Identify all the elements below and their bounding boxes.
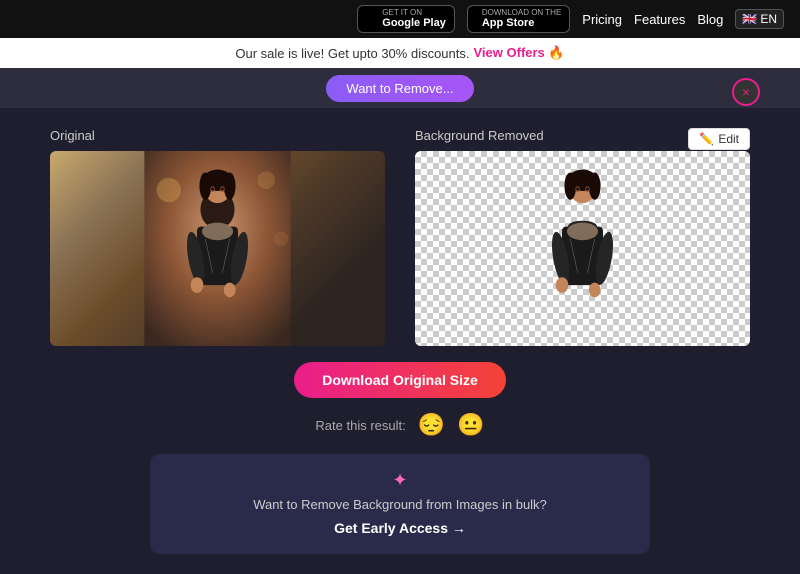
lang-label: EN (760, 12, 777, 26)
edit-icon: ✏️ (699, 132, 714, 146)
blog-link[interactable]: Blog (697, 12, 723, 27)
rating-section: Rate this result: 😔 😐 (315, 412, 484, 438)
features-link[interactable]: Features (634, 12, 685, 27)
google-play-top-text: GET IT ON (382, 9, 446, 18)
main-content: Original (0, 108, 800, 574)
original-label: Original (50, 128, 385, 143)
app-store-top-text: Download on the (482, 9, 561, 18)
removed-person-svg (415, 151, 750, 346)
upload-bar: Want to Remove... (0, 68, 800, 108)
language-selector[interactable]: 🇬🇧 EN (735, 9, 784, 29)
flag-icon: 🇬🇧 (742, 12, 757, 26)
close-button[interactable]: × (732, 78, 760, 106)
fire-icon: 🔥 (548, 45, 564, 60)
download-button[interactable]: Download Original Size (294, 362, 506, 398)
original-panel: Original (50, 128, 385, 346)
early-access-text: Get Early Access (334, 520, 448, 536)
removed-image (415, 151, 750, 346)
close-icon: × (742, 84, 750, 100)
arrow-icon: → (452, 520, 466, 536)
app-store-badge[interactable]: Download on the App Store (467, 5, 570, 34)
google-play-badge[interactable]: ▶ GET IT ON Google Play (357, 5, 455, 34)
sale-text: Our sale is live! Get upto 30% discounts… (235, 46, 469, 61)
original-image-container (50, 151, 385, 346)
navbar: ▶ GET IT ON Google Play Download on the … (0, 0, 800, 38)
view-offers-link[interactable]: View Offers 🔥 (474, 45, 565, 61)
neutral-emoji-button[interactable]: 😐 (457, 412, 484, 438)
image-comparison: Original (50, 128, 750, 346)
bulk-cta-icon: ✦ (174, 470, 626, 491)
bulk-cta-text: Want to Remove Background from Images in… (174, 497, 626, 512)
bulk-cta-section: ✦ Want to Remove Background from Images … (150, 454, 650, 554)
download-section: Download Original Size (294, 362, 506, 398)
upload-button[interactable]: Want to Remove... (326, 75, 473, 102)
upload-text: Want to Remove... (346, 81, 453, 96)
early-access-link[interactable]: Get Early Access → (334, 520, 466, 536)
google-play-icon: ▶ (366, 11, 377, 28)
pricing-link[interactable]: Pricing (582, 12, 622, 27)
removed-image-container (415, 151, 750, 346)
sale-banner: Our sale is live! Get upto 30% discounts… (0, 38, 800, 68)
original-person-svg (50, 151, 385, 346)
original-image (50, 151, 385, 346)
app-store-bottom-text: App Store (482, 17, 561, 29)
sad-emoji-button[interactable]: 😔 (418, 412, 445, 438)
google-play-bottom-text: Google Play (382, 17, 446, 29)
rating-label: Rate this result: (315, 418, 405, 433)
removed-panel: Background Removed (415, 128, 750, 346)
edit-button[interactable]: ✏️ Edit (688, 128, 750, 150)
